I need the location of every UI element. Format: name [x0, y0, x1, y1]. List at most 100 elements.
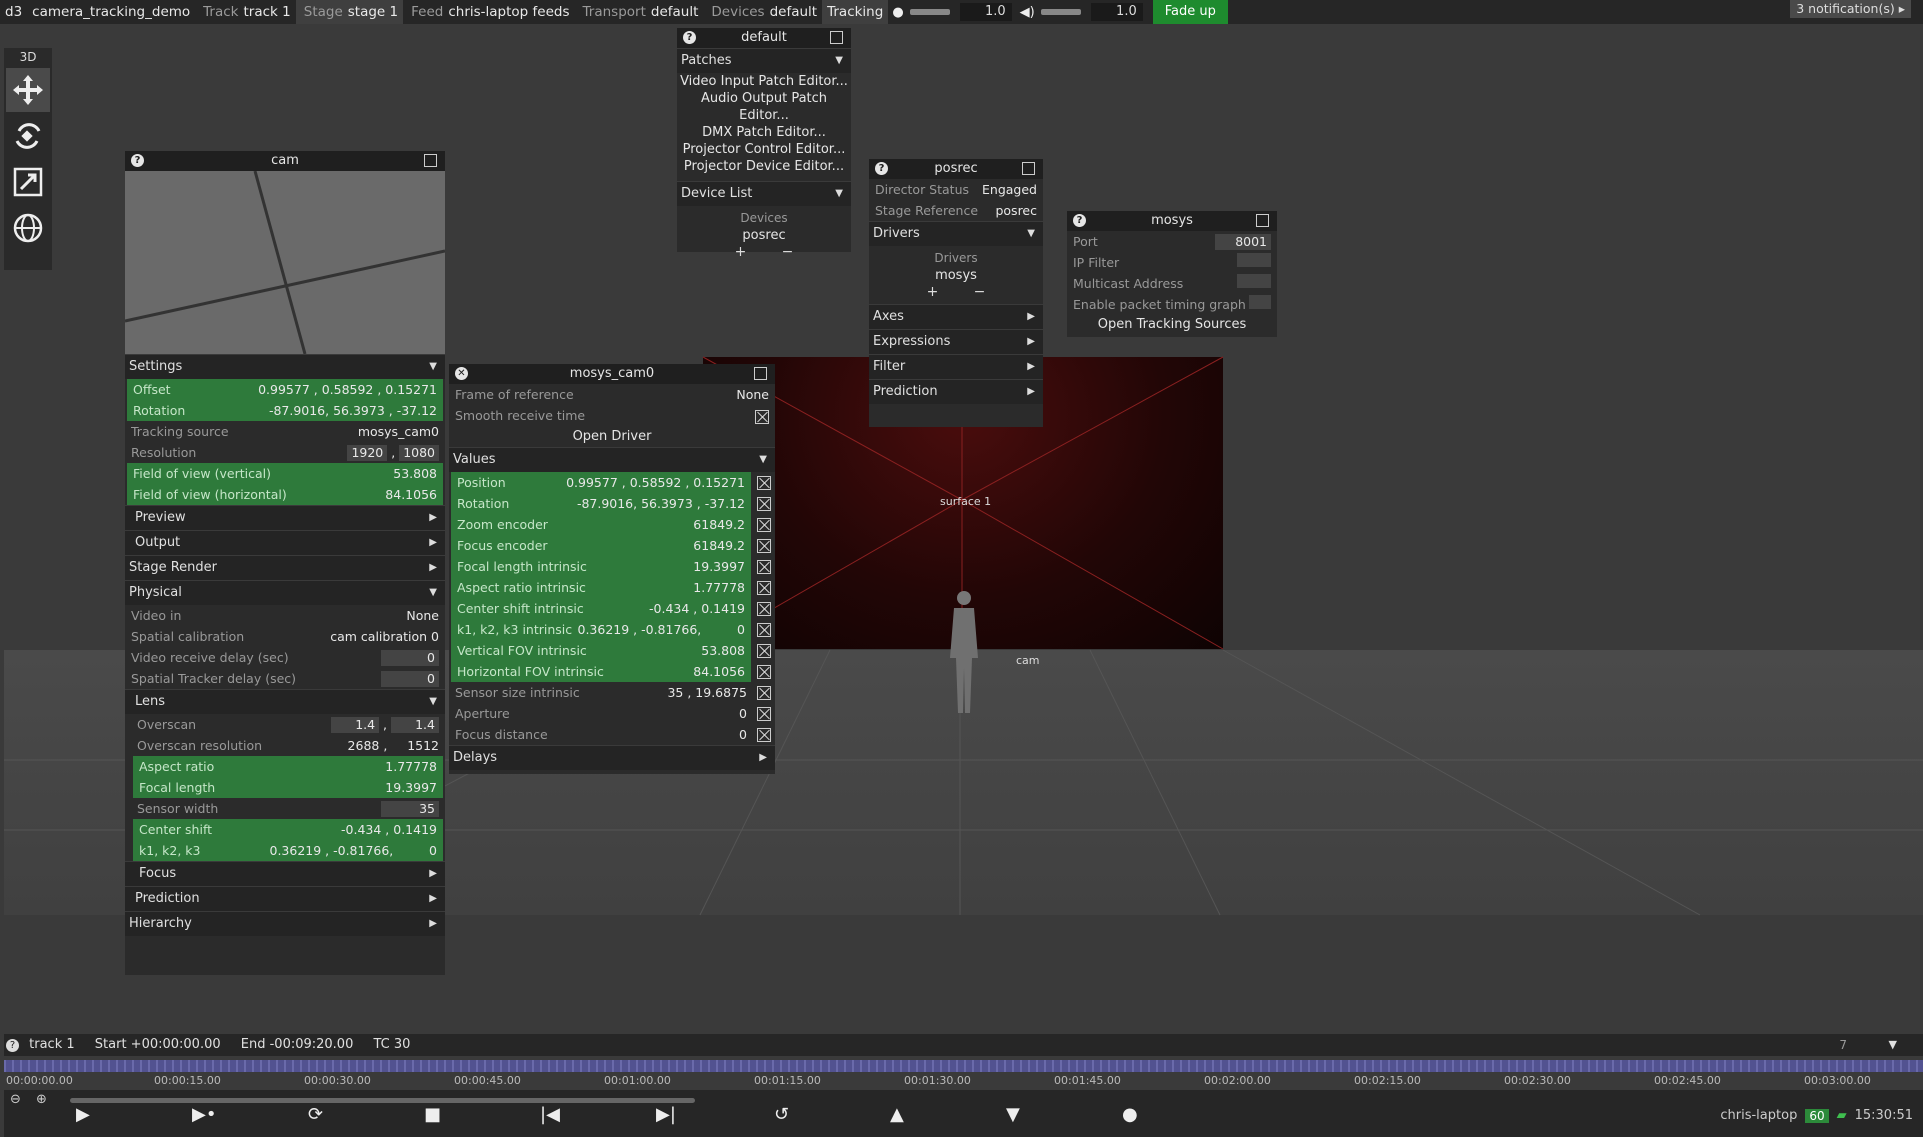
add-driver-button[interactable]: + — [927, 284, 939, 300]
preview-section[interactable]: Preview ▶ — [125, 505, 445, 530]
focal-length-row[interactable]: Focal length 19.3997 — [133, 777, 443, 798]
vfov-checkbox[interactable] — [757, 643, 771, 658]
k-checkbox[interactable] — [757, 622, 771, 637]
k-coefficients-row[interactable]: k1, k2, k3 0.36219 , -0.81766, 0 — [133, 840, 443, 861]
play-to-end-button[interactable]: ▶• — [192, 1104, 216, 1125]
move-tool[interactable] — [6, 68, 50, 112]
previous-button[interactable]: |◀ — [540, 1104, 560, 1125]
rotation-row[interactable]: Rotation -87.9016, 56.3973 , -37.12 — [451, 493, 751, 514]
globe-tool[interactable] — [6, 206, 50, 250]
scale-tool[interactable] — [6, 160, 50, 204]
cam-panel-header[interactable]: ? cam — [125, 151, 445, 171]
prediction-section[interactable]: Prediction ▶ — [125, 886, 445, 911]
edit-icon[interactable] — [830, 31, 843, 44]
aspect-ratio-row[interactable]: Aspect ratio 1.77778 — [133, 756, 443, 777]
posrec-panel-header[interactable]: ? posrec — [869, 159, 1043, 179]
add-device-button[interactable]: + — [735, 244, 747, 260]
play-button[interactable]: ▶ — [76, 1104, 90, 1125]
help-icon[interactable]: ? — [1073, 214, 1086, 227]
device-list-section[interactable]: Device List ▼ — [677, 181, 851, 206]
aspect-checkbox[interactable] — [757, 580, 771, 595]
zoom-encoder-row[interactable]: Zoom encoder 61849.2 — [451, 514, 751, 535]
collapse-icon[interactable]: ▼ — [1889, 1034, 1897, 1056]
down-button[interactable]: ▼ — [1006, 1104, 1020, 1125]
edit-icon[interactable] — [424, 154, 437, 167]
port-input[interactable]: 8001 — [1215, 234, 1271, 250]
help-icon[interactable]: ? — [875, 162, 888, 175]
focal-checkbox[interactable] — [757, 559, 771, 574]
help-icon[interactable]: ? — [683, 31, 696, 44]
timeline-scrollbar[interactable] — [70, 1098, 695, 1103]
packet-timing-checkbox[interactable] — [1249, 295, 1271, 309]
open-driver-button[interactable]: Open Driver — [449, 426, 775, 447]
resolution-width[interactable]: 1920 — [347, 445, 388, 461]
patches-section[interactable]: Patches ▼ — [677, 48, 851, 73]
view-mode-label[interactable]: 3D — [4, 48, 52, 66]
zoom-in-icon[interactable]: ⊕ — [36, 1092, 47, 1107]
device-posrec[interactable]: posrec — [677, 227, 851, 244]
packet-timing-row[interactable]: Enable packet timing graph — [1067, 294, 1277, 315]
offset-row[interactable]: Offset 0.99577 , 0.58592 , 0.15271 — [127, 379, 443, 400]
vertical-fov-intrinsic-row[interactable]: Vertical FOV intrinsic 53.808 — [451, 640, 751, 661]
center-shift-row[interactable]: Center shift -0.434 , 0.1419 — [133, 819, 443, 840]
drivers-section[interactable]: Drivers ▼ — [869, 221, 1043, 246]
ip-filter-row[interactable]: IP Filter — [1067, 252, 1277, 273]
horizontal-fov-intrinsic-row[interactable]: Horizontal FOV intrinsic 84.1056 — [451, 661, 751, 682]
physical-section[interactable]: Physical ▼ — [125, 580, 445, 605]
hfov-checkbox[interactable] — [757, 664, 771, 679]
position-checkbox[interactable] — [757, 475, 771, 490]
multicast-row[interactable]: Multicast Address — [1067, 273, 1277, 294]
center-shift-checkbox[interactable] — [757, 601, 771, 616]
tracking-source-row[interactable]: Tracking source mosys_cam0 — [125, 421, 445, 442]
edit-icon[interactable] — [754, 367, 767, 380]
help-icon[interactable]: ? — [131, 154, 144, 167]
lens-section[interactable]: Lens ▼ — [125, 689, 445, 714]
zoom-checkbox[interactable] — [757, 517, 771, 532]
director-status-row[interactable]: Director Status Engaged — [869, 179, 1043, 200]
frame-of-reference-row[interactable]: Frame of reference None — [449, 384, 775, 405]
stop-button[interactable]: ■ — [424, 1104, 441, 1125]
spatial-tracker-delay-row[interactable]: Spatial Tracker delay (sec) 0 — [125, 668, 445, 689]
audio-output-patch-editor[interactable]: Audio Output Patch Editor... — [677, 90, 851, 124]
timeline-ruler[interactable]: 00:00:00.00 00:00:15.00 00:00:30.00 00:0… — [4, 1056, 1923, 1088]
help-icon[interactable]: ? — [6, 1039, 19, 1052]
spatial-calibration-row[interactable]: Spatial calibration cam calibration 0 — [125, 626, 445, 647]
edit-icon[interactable] — [1256, 214, 1269, 227]
mosys-cam0-header[interactable]: ✕ mosys_cam0 — [449, 364, 775, 384]
expressions-section[interactable]: Expressions ▶ — [869, 329, 1043, 354]
resolution-height[interactable]: 1080 — [399, 445, 439, 461]
remove-device-button[interactable]: − — [782, 244, 794, 260]
aperture-checkbox[interactable] — [757, 706, 771, 721]
prediction-section[interactable]: Prediction ▶ — [869, 379, 1043, 404]
ip-filter-input[interactable] — [1237, 253, 1271, 267]
close-icon[interactable]: ✕ — [455, 367, 468, 380]
focus-encoder-row[interactable]: Focus encoder 61849.2 — [451, 535, 751, 556]
dmx-patch-editor[interactable]: DMX Patch Editor... — [677, 124, 851, 141]
port-row[interactable]: Port 8001 — [1067, 231, 1277, 252]
overscan-row[interactable]: Overscan 1.4 , 1.4 — [125, 714, 445, 735]
projector-control-editor[interactable]: Projector Control Editor... — [677, 141, 851, 158]
aperture-row[interactable]: Aperture 0 — [449, 703, 753, 724]
loop-button[interactable]: ⟳ — [308, 1104, 323, 1125]
aspect-ratio-intrinsic-row[interactable]: Aspect ratio intrinsic 1.77778 — [451, 577, 751, 598]
resolution-row[interactable]: Resolution 1920 , 1080 — [125, 442, 445, 463]
video-input-patch-editor[interactable]: Video Input Patch Editor... — [677, 73, 851, 90]
open-tracking-sources-button[interactable]: Open Tracking Sources — [1067, 315, 1277, 335]
smooth-receive-checkbox[interactable] — [755, 409, 769, 424]
focus-checkbox[interactable] — [757, 538, 771, 553]
hierarchy-section[interactable]: Hierarchy ▶ — [125, 911, 445, 936]
filter-section[interactable]: Filter ▶ — [869, 354, 1043, 379]
overscan-resolution-row[interactable]: Overscan resolution 2688 , 1512 — [125, 735, 445, 756]
sensor-size-intrinsic-row[interactable]: Sensor size intrinsic 35 , 19.6875 — [449, 682, 753, 703]
timeline-track[interactable]: track 1 — [29, 1037, 75, 1052]
return-button[interactable]: ↺ — [774, 1104, 789, 1125]
axes-section[interactable]: Axes ▶ — [869, 304, 1043, 329]
next-button[interactable]: ▶| — [656, 1104, 676, 1125]
video-in-row[interactable]: Video in None — [125, 605, 445, 626]
rotate-tool[interactable] — [6, 114, 50, 158]
focal-length-intrinsic-row[interactable]: Focal length intrinsic 19.3997 — [451, 556, 751, 577]
center-shift-intrinsic-row[interactable]: Center shift intrinsic -0.434 , 0.1419 — [451, 598, 751, 619]
projector-device-editor[interactable]: Projector Device Editor... — [677, 158, 851, 175]
stage-render-section[interactable]: Stage Render ▶ — [125, 555, 445, 580]
zoom-out-icon[interactable]: ⊖ — [10, 1092, 21, 1107]
